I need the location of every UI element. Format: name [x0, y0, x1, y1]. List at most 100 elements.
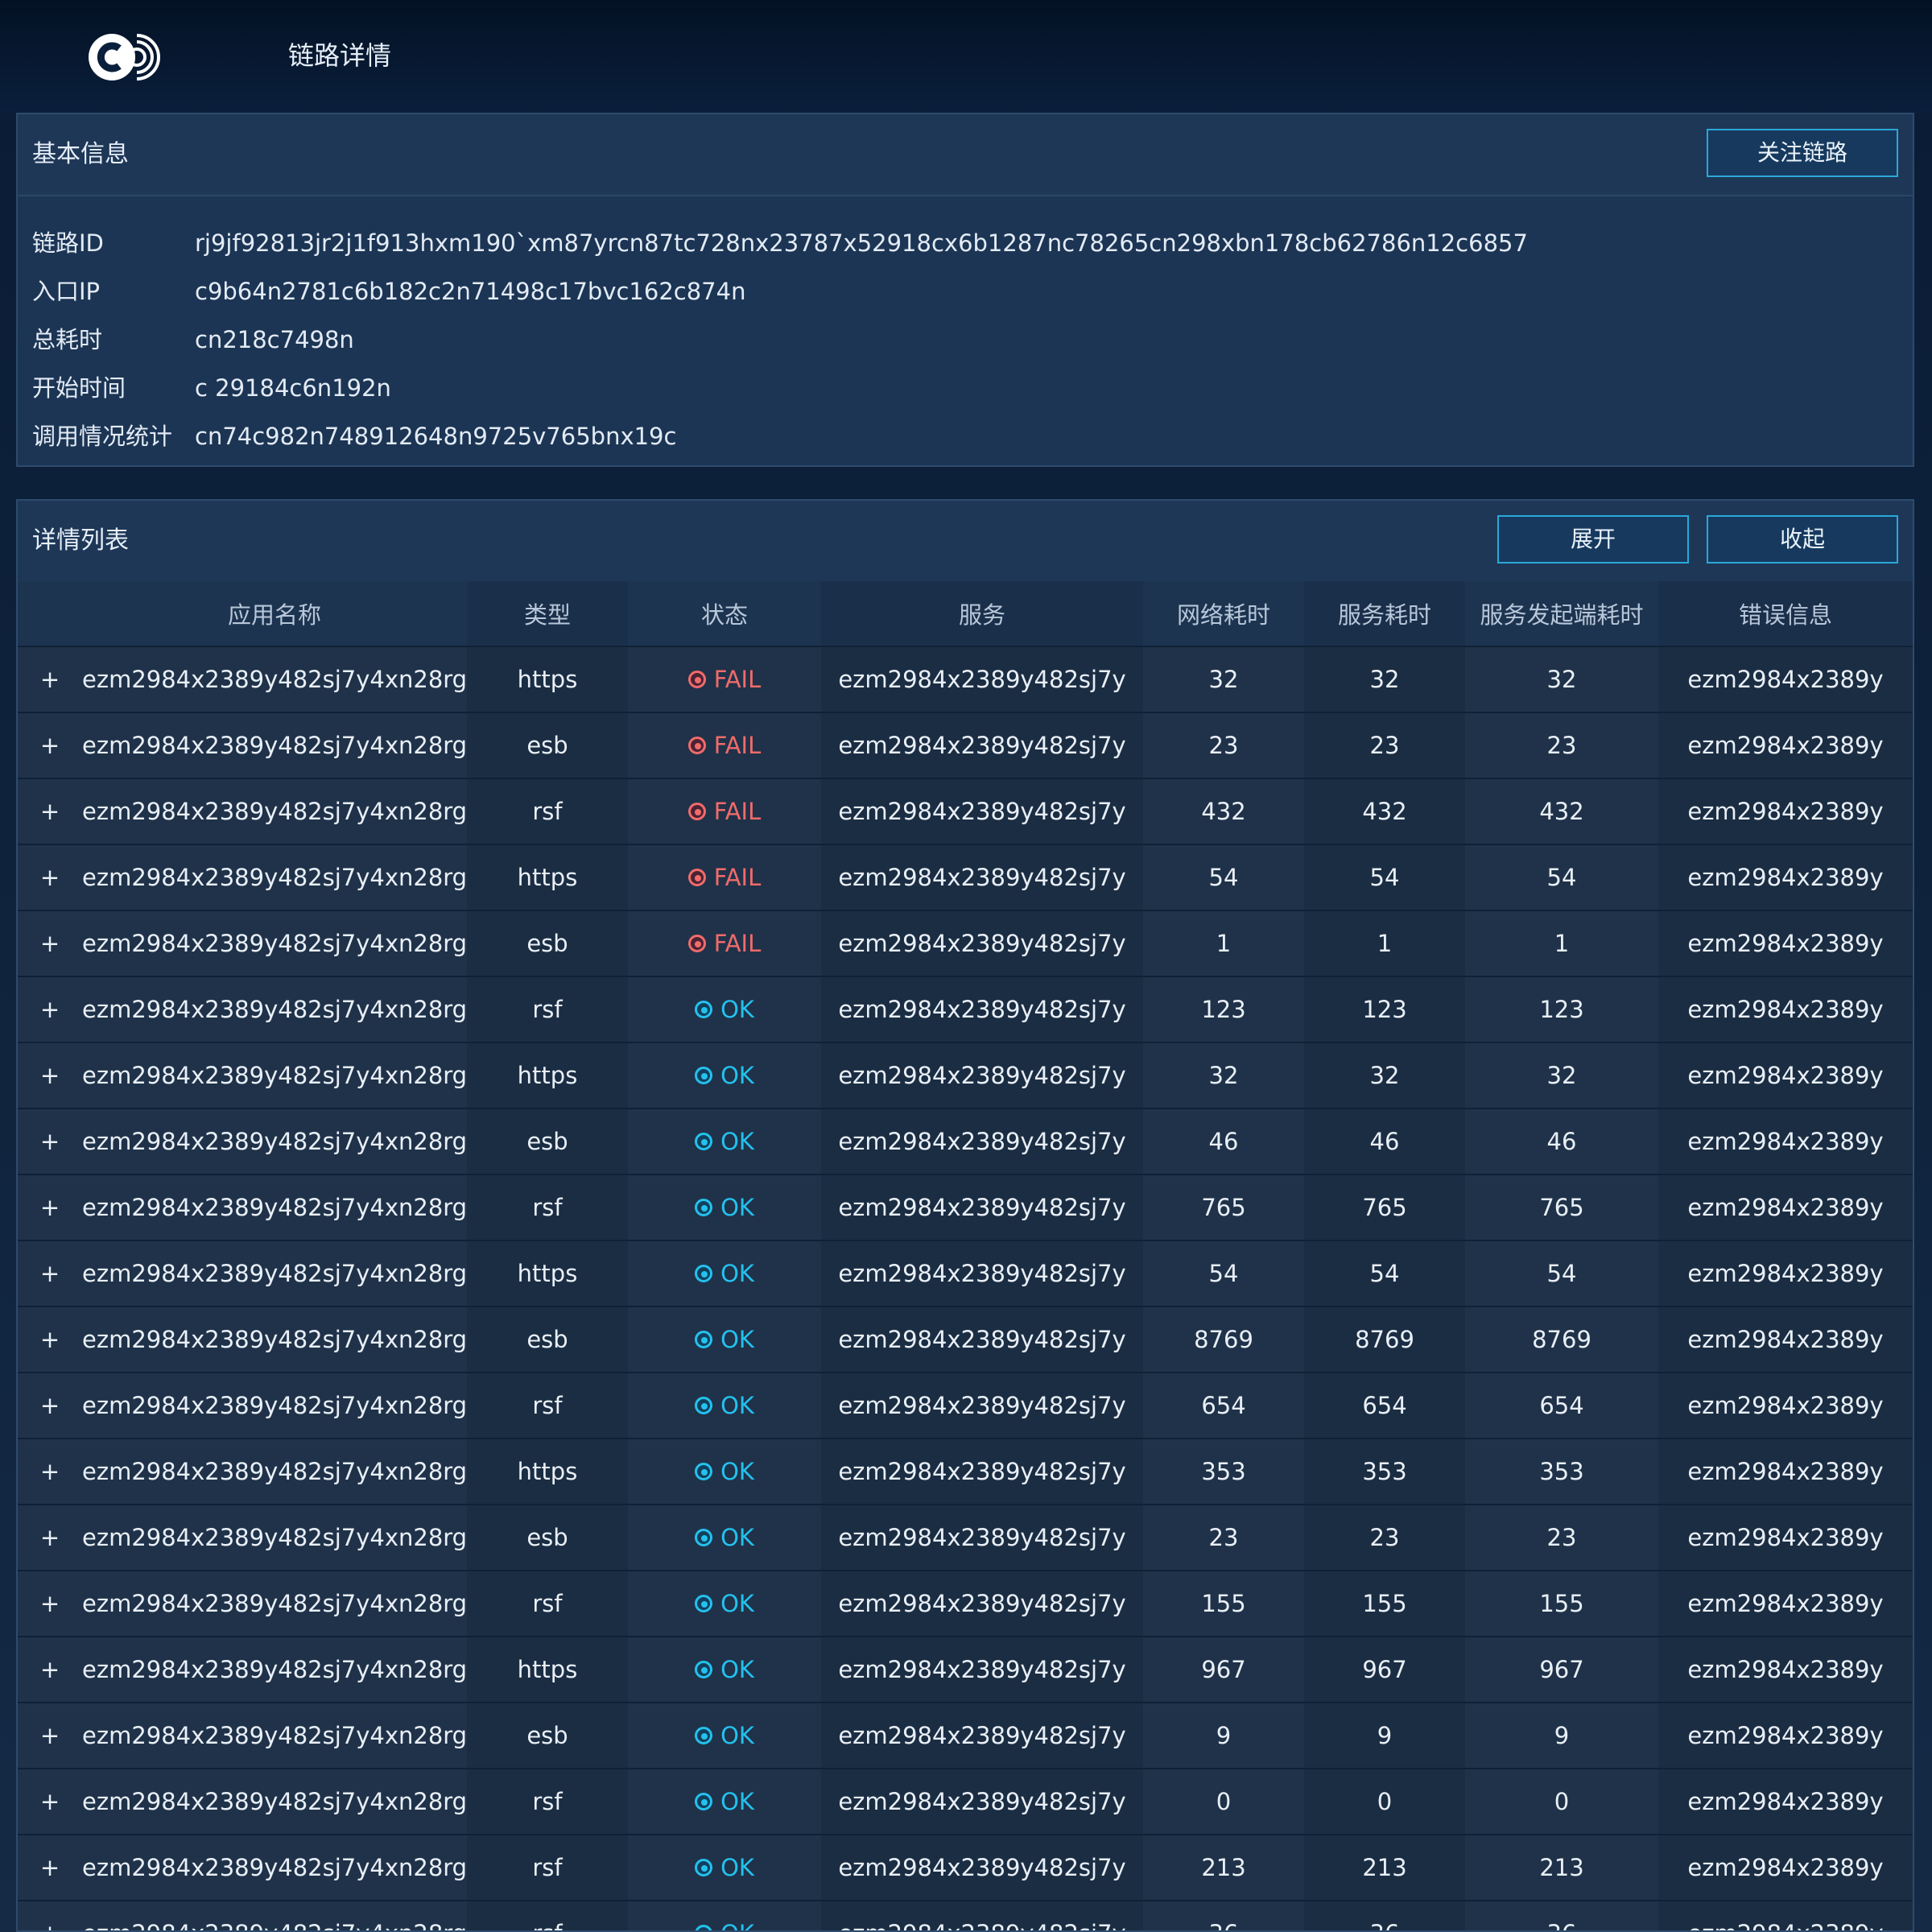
expand-row-icon[interactable]: + [18, 1703, 82, 1769]
table-row[interactable]: +ezm2984x2389y482sj7y4xn28rgrsf OK ezm2984… [18, 1174, 1913, 1241]
column-header-app[interactable]: 应用名称 [82, 581, 467, 647]
column-header-service-time[interactable]: 服务耗时 [1304, 581, 1465, 647]
cell-caller-time: 32 [1465, 646, 1658, 713]
cell-service: ezm2984x2389y482sj7y [821, 646, 1143, 713]
cell-error-info: ezm2984x2389y [1658, 1439, 1913, 1505]
cell-status: OK [628, 1108, 821, 1175]
column-header-status[interactable]: 状态 [628, 581, 821, 647]
table-row[interactable]: + ezm2984x2389y482sj7y4xn28rg https OK ezm29… [18, 1042, 1913, 1109]
expand-all-button[interactable]: 展开 [1497, 515, 1689, 564]
column-header-error[interactable]: 错误信息 [1658, 581, 1913, 647]
cell-error-info: ezm2984x2389y [1658, 1307, 1913, 1373]
follow-trace-button[interactable]: 关注链路 [1707, 129, 1898, 177]
collapse-all-button[interactable]: 收起 [1707, 515, 1898, 564]
column-header-type[interactable]: 类型 [467, 581, 628, 647]
cell-status: OK [628, 1439, 821, 1505]
expand-row-icon[interactable]: + [18, 712, 82, 779]
table-row[interactable]: + ezm2984x2389y482sj7y4xn28rg https FAIL ezm… [18, 844, 1913, 911]
error-dot-icon [687, 802, 706, 820]
expand-row-icon[interactable]: + [18, 910, 82, 977]
ok-dot-icon [695, 1528, 713, 1546]
cell-status: OK [628, 1769, 821, 1835]
table-row[interactable]: + ezm2984x2389y482sj7y4xn28rg esb FAIL ezm29… [18, 712, 1913, 779]
cell-type: esb [467, 1505, 628, 1571]
expand-row-icon[interactable]: + [18, 1571, 82, 1637]
expand-row-icon[interactable]: + [18, 1439, 82, 1505]
expand-row-icon[interactable]: + [18, 1505, 82, 1571]
column-header-caller-time[interactable]: 服务发起端耗时 [1465, 581, 1658, 647]
table-row[interactable]: + ezm2984x2389y482sj7y4xn28rg https FAIL ezm… [18, 646, 1913, 713]
page-title: 链路详情 [288, 40, 392, 71]
column-header-service[interactable]: 服务 [821, 581, 1143, 647]
cell-error-info: ezm2984x2389y [1658, 1505, 1913, 1571]
cell-error-info: ezm2984x2389y [1658, 1241, 1913, 1307]
table-row[interactable]: +ezm2984x2389y482sj7y4xn28rgrsf OK ezm2984… [18, 1835, 1913, 1901]
cell-type: esb [467, 1703, 628, 1769]
cell-error-info: ezm2984x2389y [1658, 844, 1913, 911]
expand-row-icon[interactable]: + [18, 646, 82, 713]
expand-row-icon[interactable]: + [18, 844, 82, 911]
expand-row-icon[interactable]: + [18, 1174, 82, 1241]
cell-status: OK [628, 1703, 821, 1769]
ok-dot-icon [695, 1000, 713, 1018]
cell-service-time: 0 [1304, 1769, 1465, 1835]
expand-row-icon[interactable]: + [18, 1241, 82, 1307]
cell-type: esb [467, 910, 628, 977]
expand-row-icon[interactable]: + [18, 1108, 82, 1175]
detail-list-title: 详情列表 [32, 526, 129, 555]
status-badge: OK [695, 1458, 754, 1485]
status-badge: FAIL [687, 930, 761, 957]
cell-caller-time: 54 [1465, 1241, 1658, 1307]
table-row[interactable]: + ezm2984x2389y482sj7y4xn28rg https OK ezm29… [18, 1439, 1913, 1505]
table-row[interactable]: +ezm2984x2389y482sj7y4xn28rgrsf OK ezm2984… [18, 1769, 1913, 1835]
expand-row-icon[interactable]: + [18, 1307, 82, 1373]
cell-status: FAIL [628, 910, 821, 977]
cell-network-time: 1 [1143, 910, 1304, 977]
column-header-network-time[interactable]: 网络耗时 [1143, 581, 1304, 647]
table-row[interactable]: +ezm2984x2389y482sj7y4xn28rgrsf OK ezm2984… [18, 976, 1913, 1043]
table-row[interactable]: +ezm2984x2389y482sj7y4xn28rgrsf OK ezm2984… [18, 1901, 1913, 1930]
table-row[interactable]: + ezm2984x2389y482sj7y4xn28rg esb FAIL ezm29… [18, 910, 1913, 977]
expand-row-icon[interactable]: + [18, 1835, 82, 1901]
cell-service: ezm2984x2389y482sj7y [821, 1901, 1143, 1930]
table-row[interactable]: + ezm2984x2389y482sj7y4xn28rg https OK ezm29… [18, 1241, 1913, 1307]
cell-network-time: 8769 [1143, 1307, 1304, 1373]
detail-list-panel: 详情列表 展开 收起 应用名称 类型 状态 服务 网络耗时 服务耗时 服务发起端… [16, 499, 1914, 1932]
table-row[interactable]: +ezm2984x2389y482sj7y4xn28rgrsf OK ezm2984… [18, 1373, 1913, 1439]
expand-row-icon[interactable]: + [18, 976, 82, 1043]
cell-app-name: ezm2984x2389y482sj7y4xn28rg [82, 1042, 467, 1109]
expand-row-icon[interactable]: + [18, 1637, 82, 1703]
table-row[interactable]: + ezm2984x2389y482sj7y4xn28rg esb OK ezm2984… [18, 1703, 1913, 1769]
cell-app-name: ezm2984x2389y482sj7y4xn28rg [82, 1769, 467, 1835]
cell-app-name: ezm2984x2389y482sj7y4xn28rg [82, 1901, 467, 1930]
info-value: cn74c982n748912648n9725v765bnx19c [195, 423, 677, 450]
info-label: 调用情况统计 [32, 423, 173, 450]
table-row[interactable]: + ezm2984x2389y482sj7y4xn28rg esb OK ezm2984… [18, 1505, 1913, 1571]
cell-type: esb [467, 712, 628, 779]
expand-row-icon[interactable]: + [18, 1373, 82, 1439]
cell-service: ezm2984x2389y482sj7y [821, 976, 1143, 1043]
cell-error-info: ezm2984x2389y [1658, 1174, 1913, 1241]
expand-row-icon[interactable]: + [18, 778, 82, 845]
table-row[interactable]: + ezm2984x2389y482sj7y4xn28rg rsf FAIL ezm29… [18, 778, 1913, 845]
status-badge: OK [695, 996, 754, 1023]
cell-status: OK [628, 1307, 821, 1373]
cell-app-name: ezm2984x2389y482sj7y4xn28rg [82, 646, 467, 713]
expand-row-icon[interactable]: + [18, 1901, 82, 1930]
info-value: cn218c7498n [195, 326, 354, 353]
table-row[interactable]: + ezm2984x2389y482sj7y4xn28rg https OK ezm29… [18, 1637, 1913, 1703]
cell-service-time: 765 [1304, 1174, 1465, 1241]
table-row[interactable]: + ezm2984x2389y482sj7y4xn28rg esb OK ezm2984… [18, 1108, 1913, 1175]
expand-row-icon[interactable]: + [18, 1769, 82, 1835]
cell-service: ezm2984x2389y482sj7y [821, 910, 1143, 977]
cell-network-time: 123 [1143, 976, 1304, 1043]
brand-logo-icon[interactable] [87, 32, 169, 82]
table-row[interactable]: + ezm2984x2389y482sj7y4xn28rg esb OK ezm2984… [18, 1307, 1913, 1373]
cell-network-time: 54 [1143, 1241, 1304, 1307]
table-row[interactable]: +ezm2984x2389y482sj7y4xn28rgrsf OK ezm2984… [18, 1571, 1913, 1637]
cell-network-time: 54 [1143, 844, 1304, 911]
error-dot-icon [687, 934, 706, 952]
cell-type: rsf [467, 976, 628, 1043]
expand-row-icon[interactable]: + [18, 1042, 82, 1109]
cell-app-name: ezm2984x2389y482sj7y4xn28rg [82, 1571, 467, 1637]
